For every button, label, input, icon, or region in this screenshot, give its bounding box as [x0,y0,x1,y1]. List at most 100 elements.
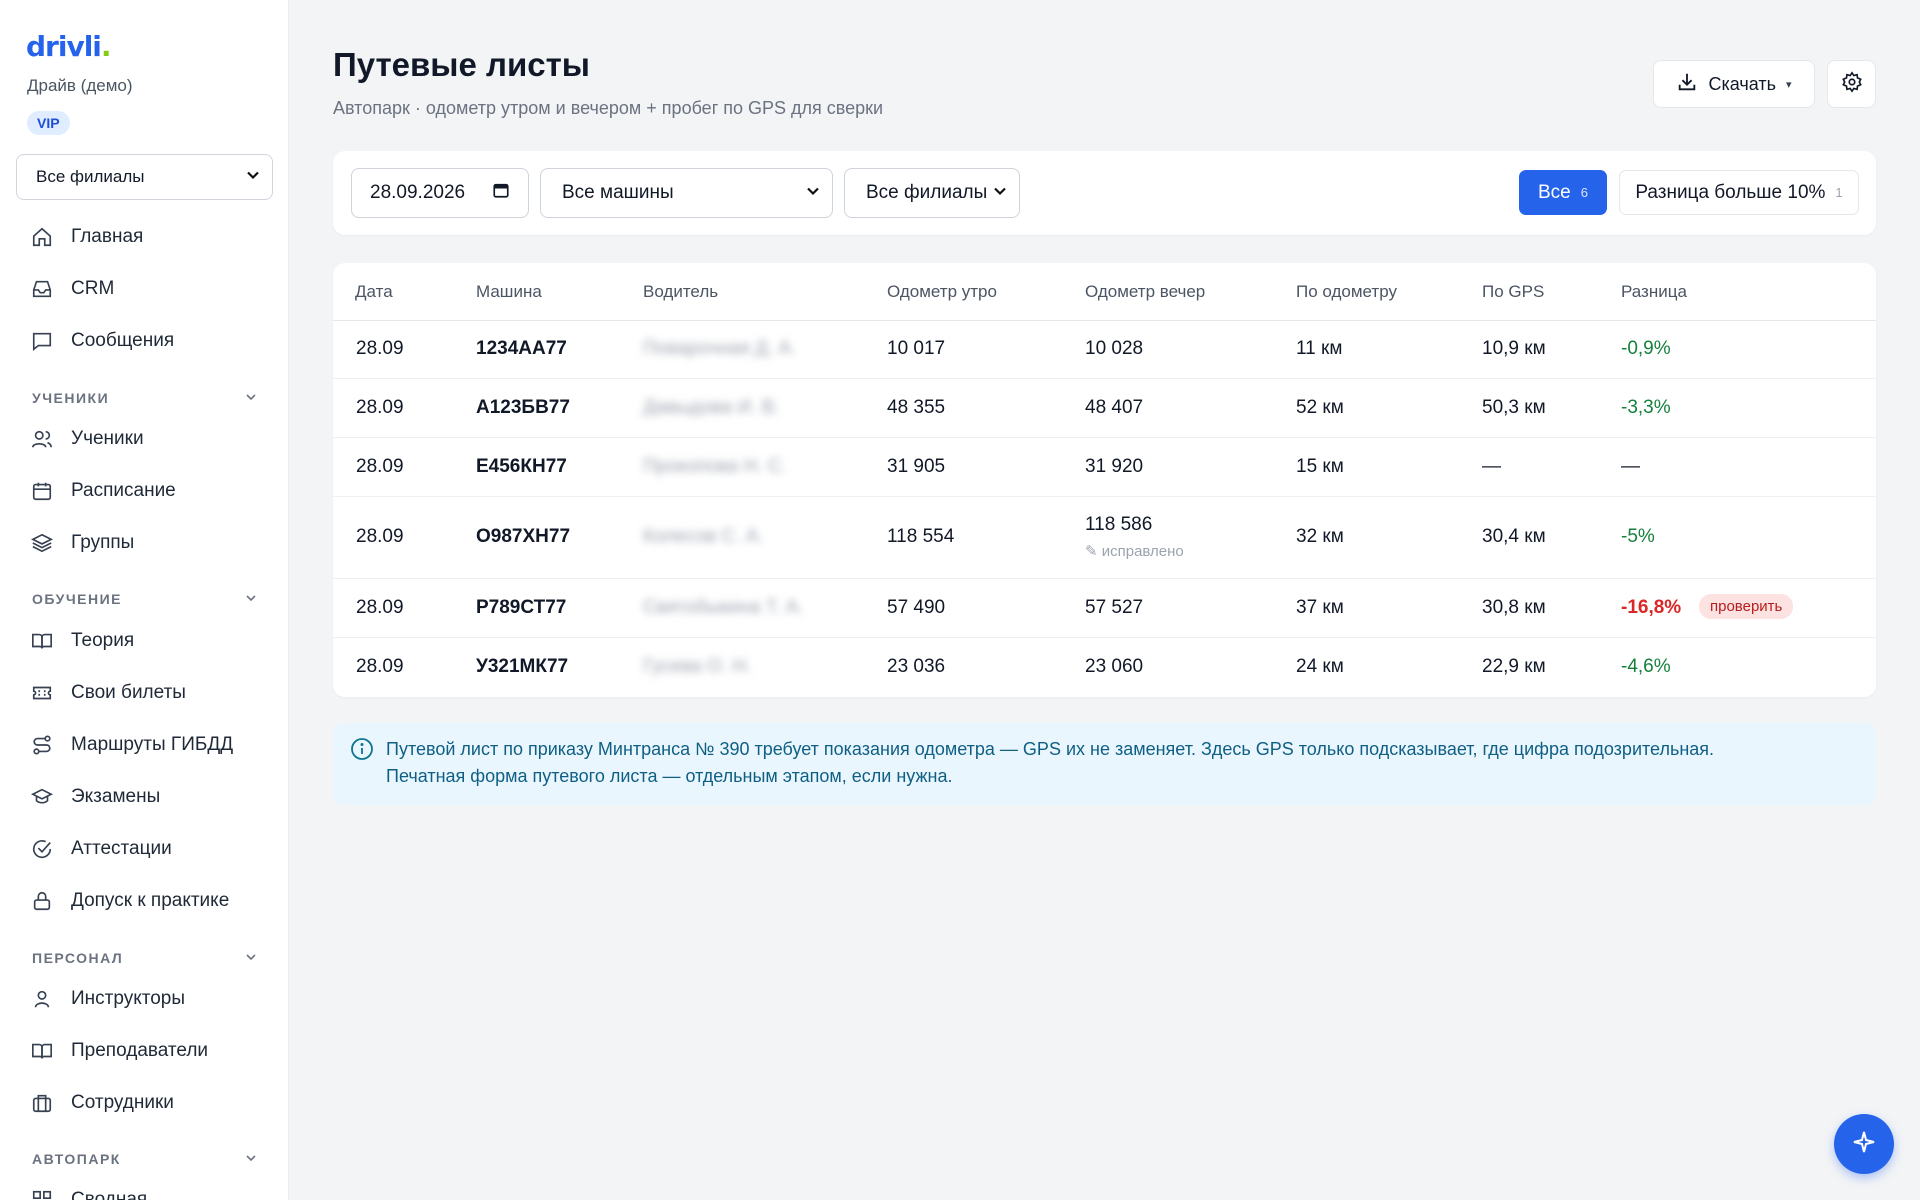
nav-section-fleet[interactable]: АВТОПАРК [32,1151,257,1167]
sidebar-item-messages[interactable]: Сообщения [30,324,174,358]
org-name: Драйв (демо) [27,76,133,95]
sidebar-item-label: Сообщения [71,330,175,351]
column-header[interactable]: Машина [476,282,542,302]
cell-car: Р789СТ77 [476,597,567,618]
users-icon [30,427,54,451]
info-line-2: Печатная форма путевого листа — отдельны… [386,766,953,786]
nav-section-staff[interactable]: ПЕРСОНАЛ [32,950,257,966]
cell-odo-pm: 118 586 [1085,514,1153,535]
sidebar-item-label: CRM [71,278,115,299]
table-row[interactable]: 28.09 У321МК77 Гусева О. Н. 23 036 23 06… [333,638,1876,697]
cell-diff: -4,6% [1621,656,1671,677]
table-header: Дата Машина Водитель Одометр утро Одомет… [333,263,1876,321]
assistant-fab-button[interactable] [1834,1114,1894,1174]
sidebar-item-groups[interactable]: Группы [30,526,134,560]
column-header[interactable]: По GPS [1482,282,1544,302]
table-row[interactable]: 28.09 1234АА77 Поварочная Д. А. 10 017 1… [333,321,1876,379]
sidebar-item-employees[interactable]: Сотрудники [30,1086,174,1120]
branch-select[interactable]: Все филиалы [16,154,273,200]
sidebar-item-label: Сводная [71,1189,148,1200]
inbox-icon [30,277,54,301]
segment-label: Разница больше 10% [1635,181,1826,203]
cell-diff: -3,3% [1621,397,1671,418]
cell-car: Е456КН77 [476,456,567,477]
car-select-value: Все машины [562,182,674,203]
gear-icon [1841,70,1863,98]
column-header[interactable]: Одометр утро [887,282,997,302]
segment-diff-over-10[interactable]: Разница больше 10% 1 [1619,170,1859,215]
car-select[interactable]: Все машины [540,168,833,218]
cell-car: О987ХН77 [476,526,571,547]
cell-odo-pm: 10 028 [1085,338,1144,359]
logo-text: drivli [26,30,102,63]
check-badge: проверить [1699,594,1794,619]
cell-by-gps: 50,3 км [1482,397,1546,418]
chevron-down-icon [246,167,260,187]
chevron-down-icon [806,182,820,204]
sidebar-item-label: Инструкторы [71,988,186,1009]
cell-car: У321МК77 [476,656,569,677]
chevron-down-icon [245,591,257,607]
segment-all[interactable]: Все 6 [1519,170,1607,215]
lock-icon [30,889,54,913]
nav-section-title: УЧЕНИКИ [32,390,110,406]
download-icon [1676,71,1698,98]
segment-label: Все [1538,181,1571,203]
sidebar-item-routes[interactable]: Маршруты ГИБДД [30,728,233,762]
column-header[interactable]: Одометр вечер [1085,282,1205,302]
sidebar-item-home[interactable]: Главная [30,220,143,254]
sidebar-item-attestations[interactable]: Аттестации [30,832,172,866]
sidebar-item-instructors[interactable]: Инструкторы [30,982,185,1016]
cell-odo-am: 10 017 [887,338,946,359]
sidebar-item-own-tickets[interactable]: Свои билеты [30,676,186,710]
table-row[interactable]: 28.09 А123БВ77 Давыдова И. В. 48 355 48 … [333,379,1876,438]
cell-by-gps: 30,8 км [1482,597,1546,618]
graduation-cap-icon [30,785,54,809]
cell-date: 28.09 [356,597,404,618]
sidebar-item-label: Группы [71,532,135,553]
settings-button[interactable] [1827,60,1876,108]
download-button[interactable]: Скачать ▾ [1653,60,1815,108]
info-text: Путевой лист по приказу Минтранса № 390 … [386,736,1846,790]
layers-icon [30,531,54,555]
sidebar-item-label: Свои билеты [71,682,186,703]
segment-count: 1 [1835,185,1843,200]
sidebar-item-exams[interactable]: Экзамены [30,780,160,814]
column-header[interactable]: Водитель [643,282,718,302]
cell-by-gps: 10,9 км [1482,338,1546,359]
sidebar-item-theory[interactable]: Теория [30,624,134,658]
sidebar-item-schedule[interactable]: Расписание [30,474,176,508]
sidebar-item-teachers[interactable]: Преподаватели [30,1034,208,1068]
filter-bar: 28.09.2026 Все машины Все филиалы Все 6 … [333,151,1876,235]
chevron-down-icon [245,950,257,966]
info-icon [350,737,374,766]
sidebar-item-label: Теория [71,630,135,651]
cell-odo-am: 57 490 [887,597,946,618]
caret-down-icon: ▾ [1785,78,1792,91]
message-icon [30,329,54,353]
sidebar-item-label: Допуск к практике [71,890,230,911]
nav-section-students[interactable]: УЧЕНИКИ [32,390,257,406]
info-callout: Путевой лист по приказу Минтранса № 390 … [333,723,1876,805]
table-row[interactable]: 28.09 Е456КН77 Прокопова Н. С. 31 905 31… [333,438,1876,497]
nav-section-training[interactable]: ОБУЧЕНИЕ [32,591,257,607]
branch-filter-select[interactable]: Все филиалы [844,168,1020,218]
column-header[interactable]: По одометру [1296,282,1397,302]
sidebar-item-crm[interactable]: CRM [30,272,114,306]
sidebar-item-summary[interactable]: Сводная [30,1183,147,1200]
cell-odo-am: 48 355 [887,397,946,418]
table-row[interactable]: 28.09 О987ХН77 Колесов С. А. 118 554 118… [333,497,1876,579]
calendar-icon [492,181,510,205]
sidebar-item-practice-admission[interactable]: Допуск к практике [30,884,229,918]
sidebar-item-students[interactable]: Ученики [30,422,144,456]
cell-by-odo: 11 км [1296,338,1343,359]
table-row[interactable]: 28.09 Р789СТ77 Святобыкина Т. А. 57 490 … [333,579,1876,638]
sidebar-item-label: Главная [71,226,144,247]
sidebar: drivli. Драйв (демо) VIP Все филиалы Гла… [0,0,289,1200]
logo[interactable]: drivli. [26,30,112,63]
column-header[interactable]: Разница [1621,282,1687,302]
column-header[interactable]: Дата [355,282,393,302]
sidebar-item-label: Экзамены [71,786,161,807]
sidebar-item-label: Ученики [71,428,144,449]
date-picker[interactable]: 28.09.2026 [351,168,529,218]
